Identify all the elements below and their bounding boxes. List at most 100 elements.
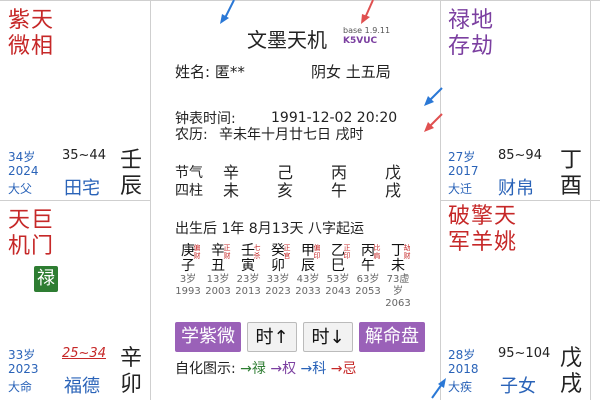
palace-age: 28岁 [448,348,476,362]
palace-range: 25~34 [62,346,106,361]
legend-ke: 科 [312,361,327,377]
palace-age: 33岁 [8,348,36,362]
dayun-branch: 子 [181,258,195,274]
blue-arrow-icon [431,378,446,399]
dayun-item: 乙 巳 正印 53岁 2043 [323,244,353,298]
palace-ganzhi: 辛 卯 [120,346,142,398]
legend-ji: 忌 [342,361,357,377]
dayun-item: 辛 丑 正财 13岁 2003 [203,244,233,298]
dayun-branch: 未 [391,258,405,274]
time-up-button[interactable]: 时↑ [247,322,297,352]
palace-year: 2024 [8,164,39,178]
legend-arrow-icon: → [300,361,313,377]
dayun-year: 2063 [385,298,411,309]
pillar-branch: 亥 [276,181,293,200]
legend-arrow-icon: → [270,361,283,377]
dayun-age: 33岁 [266,274,290,285]
legend-arrow-icon: → [240,361,252,377]
palace-range: 85~94 [498,148,542,163]
dayun-age: 73虚岁 [386,274,410,297]
palace-branch: 戌 [560,372,583,397]
center-panel: 文墨天机 base 1.9.11 K5VUC 姓名: 匿** 阴女 土五局 钟表… [151,0,440,400]
self-transform-legend: 自化图示: →禄 →权 →科 →忌 [175,358,356,378]
palace-year: 2017 [448,164,479,178]
dayun-year: 2013 [235,286,261,297]
palace-ganzhi: 壬 辰 [120,148,142,200]
dayun-year: 2023 [265,286,291,297]
dayun-age: 53岁 [326,274,350,285]
palace-tag: 大父 [8,182,33,196]
learn-ziwei-button[interactable]: 学紫微 [175,322,241,352]
dayun-god: 七杀 [253,244,261,260]
palace-fude[interactable]: 天巨 机门 禄 33岁 2023 大命 25~34 福德 辛 卯 [0,200,150,400]
dayun-year: 2033 [295,286,321,297]
pillars-label-line: 四柱 [175,183,203,199]
palace-range: 95~104 [498,346,551,361]
palace-tianzhai[interactable]: 紫天 微相 34岁 2024 大父 35~44 田宅 壬 辰 [0,0,150,200]
dayun-god: 比肩 [373,244,381,260]
version-label: base 1.9.11 [343,26,391,35]
dayun-age: 13岁 [206,274,230,285]
blue-arrow-icon [220,0,235,24]
legend-lu: 禄 [251,361,266,377]
dayun-year: 2043 [325,286,351,297]
app-title: 文墨天机 [247,28,327,52]
blue-arrow-icon [424,87,443,106]
dayun-branch: 巳 [331,258,345,274]
dayun-age: 23岁 [236,274,260,285]
star-line: 破擎天 [448,204,518,229]
dayun-item: 壬 寅 七杀 23岁 2013 [233,244,263,298]
palace-year: 2018 [448,362,479,376]
dayun-branch: 午 [361,258,375,274]
explain-chart-button[interactable]: 解命盘 [359,322,425,352]
legend-label: 自化图示: [175,361,236,377]
red-arrow-icon [361,0,374,24]
dayun-god: 劫财 [403,244,411,260]
chart-code: K5VUC [343,36,378,46]
qiyun-text: 出生后 1年 8月13天 八字起运 [175,221,364,237]
palace-branch: 酉 [560,174,583,199]
star-line: 紫天 [8,8,55,33]
dayun-item: 丙 午 比肩 63岁 2053 [353,244,383,298]
grid-v3 [590,0,591,400]
pillar-stem: 戊 [384,163,401,182]
palace-ganzhi: 戊 戌 [560,346,582,398]
pillar-month: 己 亥 [273,164,297,200]
palace-tag: 大疾 [448,380,473,394]
pillar-year: 辛 未 [219,164,243,200]
star-line: 存劫 [448,34,495,59]
palace-ganzhi: 丁 酉 [560,148,582,200]
palace-name: 福德 [64,376,100,397]
pillar-branch: 午 [330,181,347,200]
name-label: 姓名: 匿** [175,63,245,81]
star-line: 机门 [8,234,55,259]
pillar-branch: 戌 [384,181,401,200]
dayun-branch: 卯 [271,258,285,274]
dayun-year: 2003 [205,286,231,297]
dayun-age: 3岁 [179,274,197,285]
star-line: 禄地 [448,8,495,33]
palace-caibo[interactable]: 禄地 存劫 27岁 2017 大迁 85~94 财帛 丁 酉 [440,0,590,200]
dayun-god: 正财 [223,244,231,260]
dayun-age: 63岁 [356,274,380,285]
dayun-god: 偏财 [193,244,201,260]
pillar-stem: 辛 [222,163,239,182]
pillar-branch: 未 [222,181,239,200]
legend-quan: 权 [282,361,297,377]
dayun-branch: 丑 [211,258,225,274]
dayun-branch: 寅 [241,258,255,274]
dayun-year: 2053 [355,286,381,297]
dayun-god: 偏印 [313,244,321,260]
palace-age: 27岁 [448,150,476,164]
palace-stars: 禄地 存劫 [448,8,494,60]
dayun-god: 正印 [343,244,351,260]
dayun-item: 丁 未 劫财 73虚岁 2063 [383,244,413,310]
palace-tag: 大命 [8,380,33,394]
palace-age: 34岁 [8,150,36,164]
palace-zinv[interactable]: 破擎天 军羊姚 28岁 2018 大疾 95~104 子女 戊 戌 [440,200,590,400]
palace-stem: 辛 [120,346,143,371]
palace-stem: 戊 [560,346,583,371]
legend-arrow-icon: → [330,361,343,377]
dayun-item: 癸 卯 正官 33岁 2023 [263,244,293,298]
time-down-button[interactable]: 时↓ [303,322,353,352]
